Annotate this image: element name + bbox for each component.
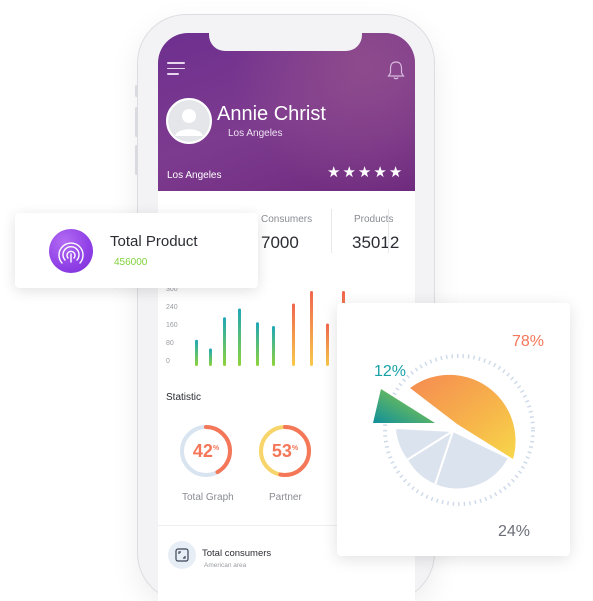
pie-chart-card: 78% 12% 24% bbox=[337, 303, 570, 556]
section-title: Statistic bbox=[166, 392, 202, 403]
pie-label: 12% bbox=[374, 363, 407, 380]
ring-value: 42% bbox=[192, 441, 220, 461]
product-card-title: Total Product bbox=[110, 233, 198, 250]
pie-label: 24% bbox=[498, 523, 531, 540]
phone-side-button bbox=[135, 145, 138, 175]
expand-icon[interactable] bbox=[168, 541, 196, 569]
signal-icon bbox=[49, 229, 93, 273]
bar bbox=[256, 322, 259, 366]
bar bbox=[209, 348, 212, 366]
bar bbox=[195, 339, 198, 366]
bar bbox=[292, 303, 295, 366]
pie-label: 78% bbox=[512, 333, 545, 350]
bar bbox=[326, 323, 329, 366]
list-item-subtitle: American area bbox=[204, 562, 247, 569]
phone-notch bbox=[209, 33, 362, 51]
ring-value: 53% bbox=[271, 441, 299, 461]
bar bbox=[272, 326, 275, 366]
phone-side-button bbox=[135, 85, 138, 97]
bar bbox=[223, 317, 226, 366]
phone-side-button bbox=[135, 107, 138, 137]
list-item-title: Total consumers bbox=[202, 548, 272, 559]
product-card-value: 456000 bbox=[114, 257, 148, 268]
bar bbox=[238, 308, 241, 366]
ring-caption: Partner bbox=[269, 492, 302, 503]
ring-caption: Total Graph bbox=[182, 492, 234, 503]
bar bbox=[310, 291, 313, 366]
total-product-card[interactable]: Total Product 456000 bbox=[15, 213, 258, 288]
